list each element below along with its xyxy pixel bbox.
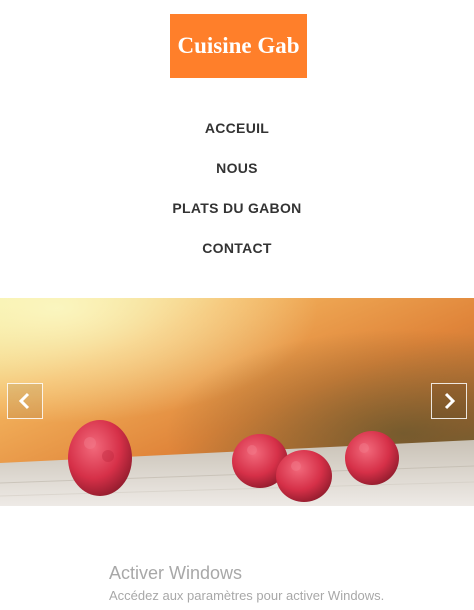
main-nav: ACCEUIL NOUS PLATS DU GABON CONTACT [0, 108, 474, 268]
carousel-prev-button[interactable] [7, 383, 43, 419]
raspberry-1 [68, 420, 132, 496]
hero-carousel [0, 298, 474, 506]
watermark-subtitle: Accédez aux paramètres pour activer Wind… [109, 588, 385, 603]
carousel-image [0, 298, 474, 506]
nav-item-contact[interactable]: CONTACT [0, 228, 474, 268]
carousel-next-button[interactable] [431, 383, 467, 419]
site-logo[interactable]: Cuisine Gab [170, 14, 307, 78]
nav-item-acceuil[interactable]: ACCEUIL [0, 108, 474, 148]
nav-item-plats-du-gabon[interactable]: PLATS DU GABON [0, 188, 474, 228]
chevron-right-icon [444, 392, 456, 410]
nav-item-nous[interactable]: NOUS [0, 148, 474, 188]
chevron-left-icon [18, 392, 30, 410]
raspberry-3 [276, 450, 332, 502]
raspberry-4 [345, 431, 399, 485]
windows-activation-watermark: Activer Windows Accédez aux paramètres p… [109, 562, 384, 605]
watermark-title: Activer Windows [109, 563, 243, 583]
